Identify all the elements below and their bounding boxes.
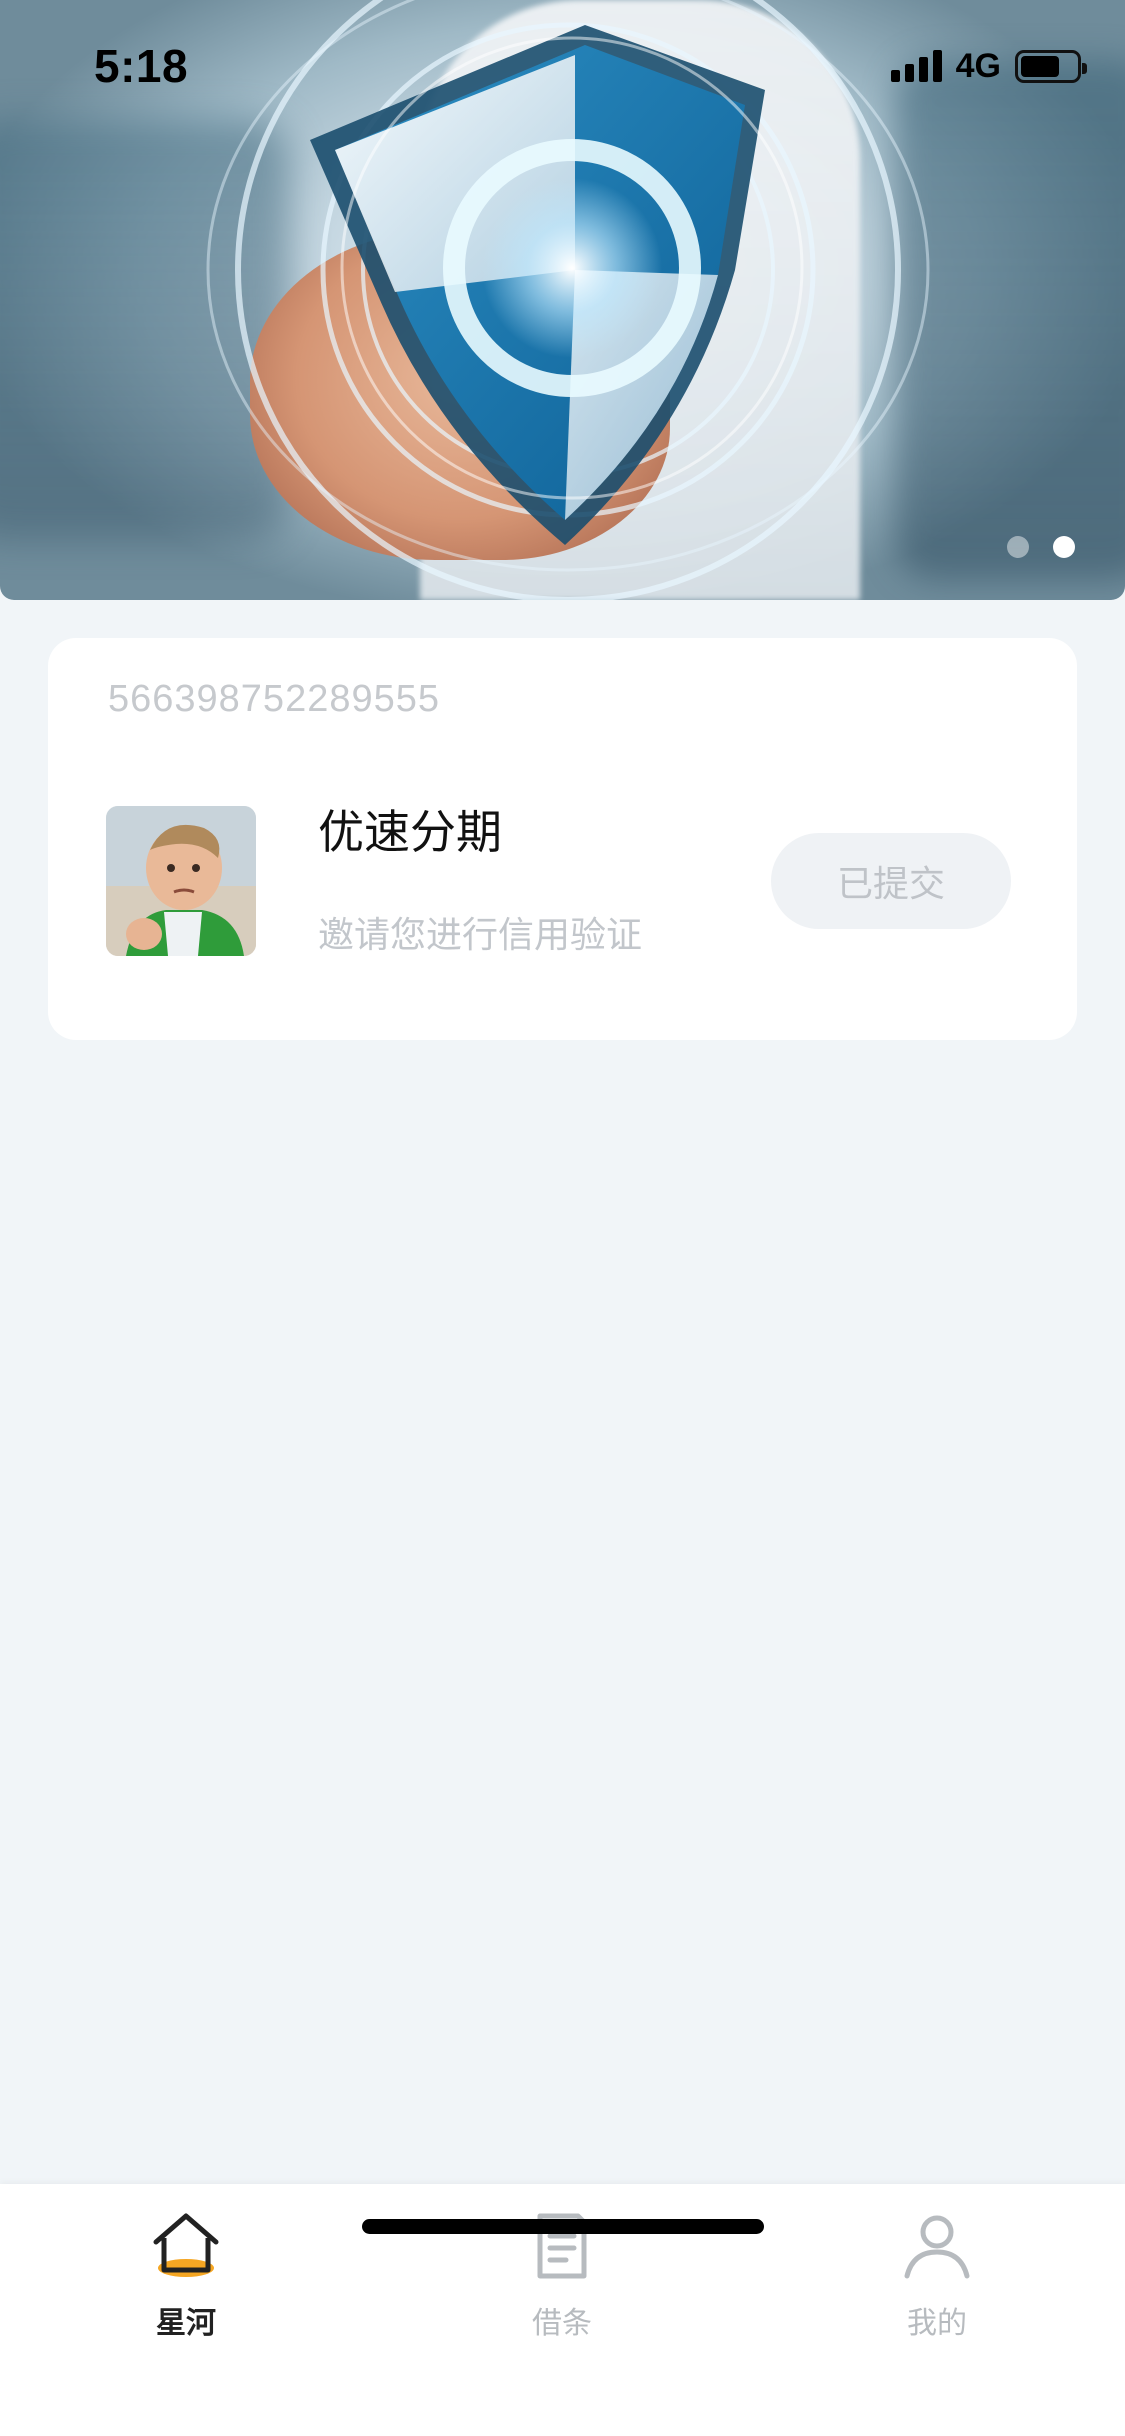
bottom-tab-bar: 星河 借条 我的 — [0, 2184, 1125, 2436]
application-id: 566398752289555 — [108, 678, 441, 720]
tab-profile[interactable]: 我的 — [847, 2206, 1027, 2346]
loan-application-card[interactable]: 566398752289555 优速分期 邀请您进行信用验证 已提交 — [48, 638, 1077, 1040]
tab-iou-label: 借条 — [532, 2306, 592, 2341]
tab-home[interactable]: 星河 — [96, 2206, 276, 2346]
submitted-button[interactable]: 已提交 — [771, 833, 1011, 929]
product-title: 优速分期 — [318, 805, 502, 859]
status-bar: 5:18 4G — [0, 0, 1125, 132]
battery-icon — [1015, 49, 1087, 83]
carousel-indicators — [1007, 536, 1075, 558]
carousel-dot[interactable] — [1007, 536, 1029, 558]
user-icon — [904, 2215, 970, 2279]
signal-icon — [890, 50, 942, 82]
status-time: 5:18 — [94, 40, 189, 92]
avatar-baby-image — [106, 806, 256, 956]
network-type: 4G — [955, 46, 1001, 85]
tab-home-label: 星河 — [156, 2306, 216, 2341]
tab-profile-label: 我的 — [907, 2306, 967, 2341]
status-indicators: 4G — [890, 46, 1087, 86]
document-icon — [537, 2213, 587, 2279]
home-indicator — [362, 2219, 764, 2234]
app-screen: 5:18 4G 566398752289555 优速分期 邀请您进行信用验证 已… — [0, 0, 1125, 2436]
carousel-dot-active[interactable] — [1053, 536, 1075, 558]
avatar — [106, 806, 256, 956]
home-icon — [153, 2213, 219, 2277]
invitation-text: 邀请您进行信用验证 — [318, 915, 643, 956]
